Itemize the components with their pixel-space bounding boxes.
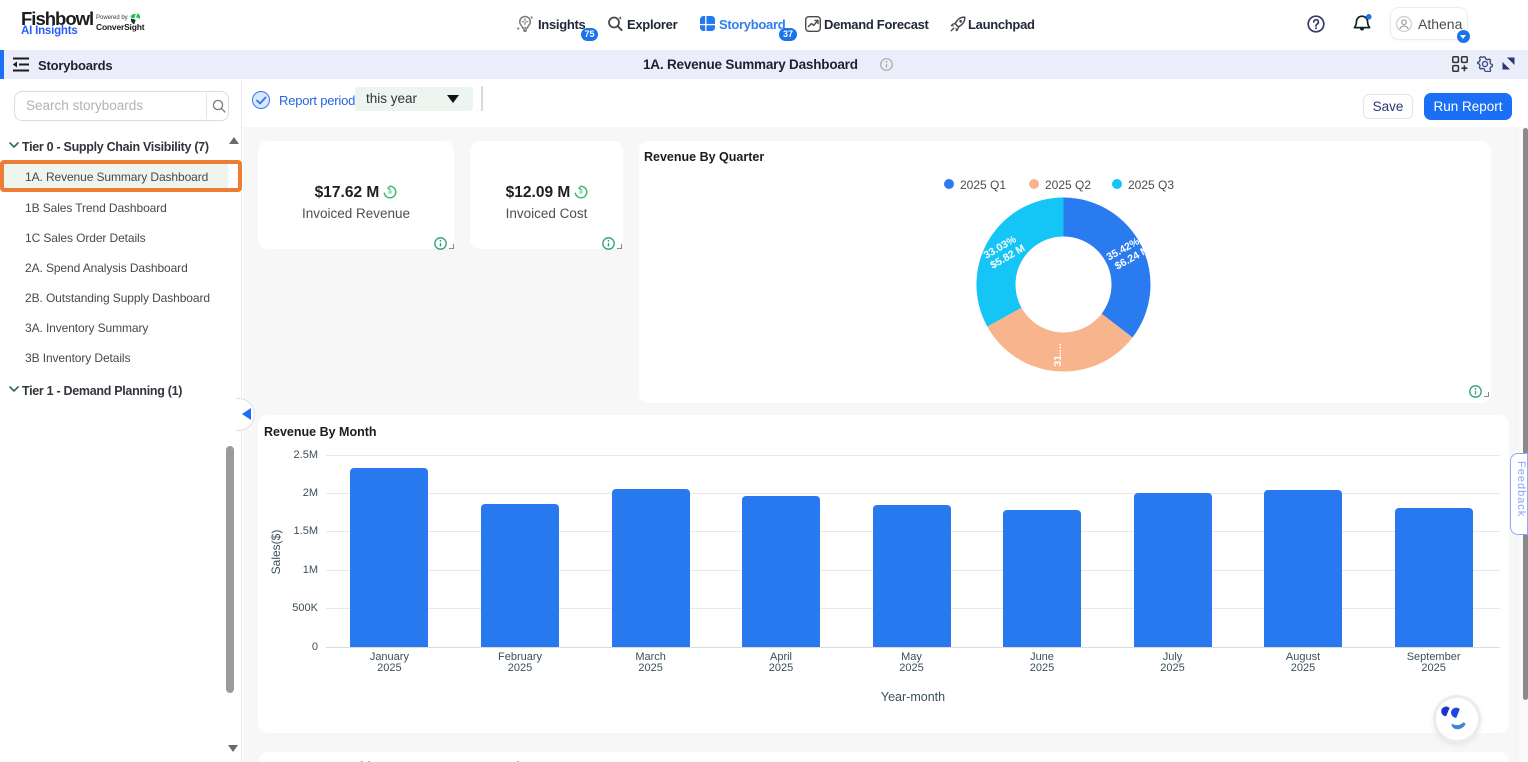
svg-text:31....: 31.... [1052, 343, 1064, 366]
